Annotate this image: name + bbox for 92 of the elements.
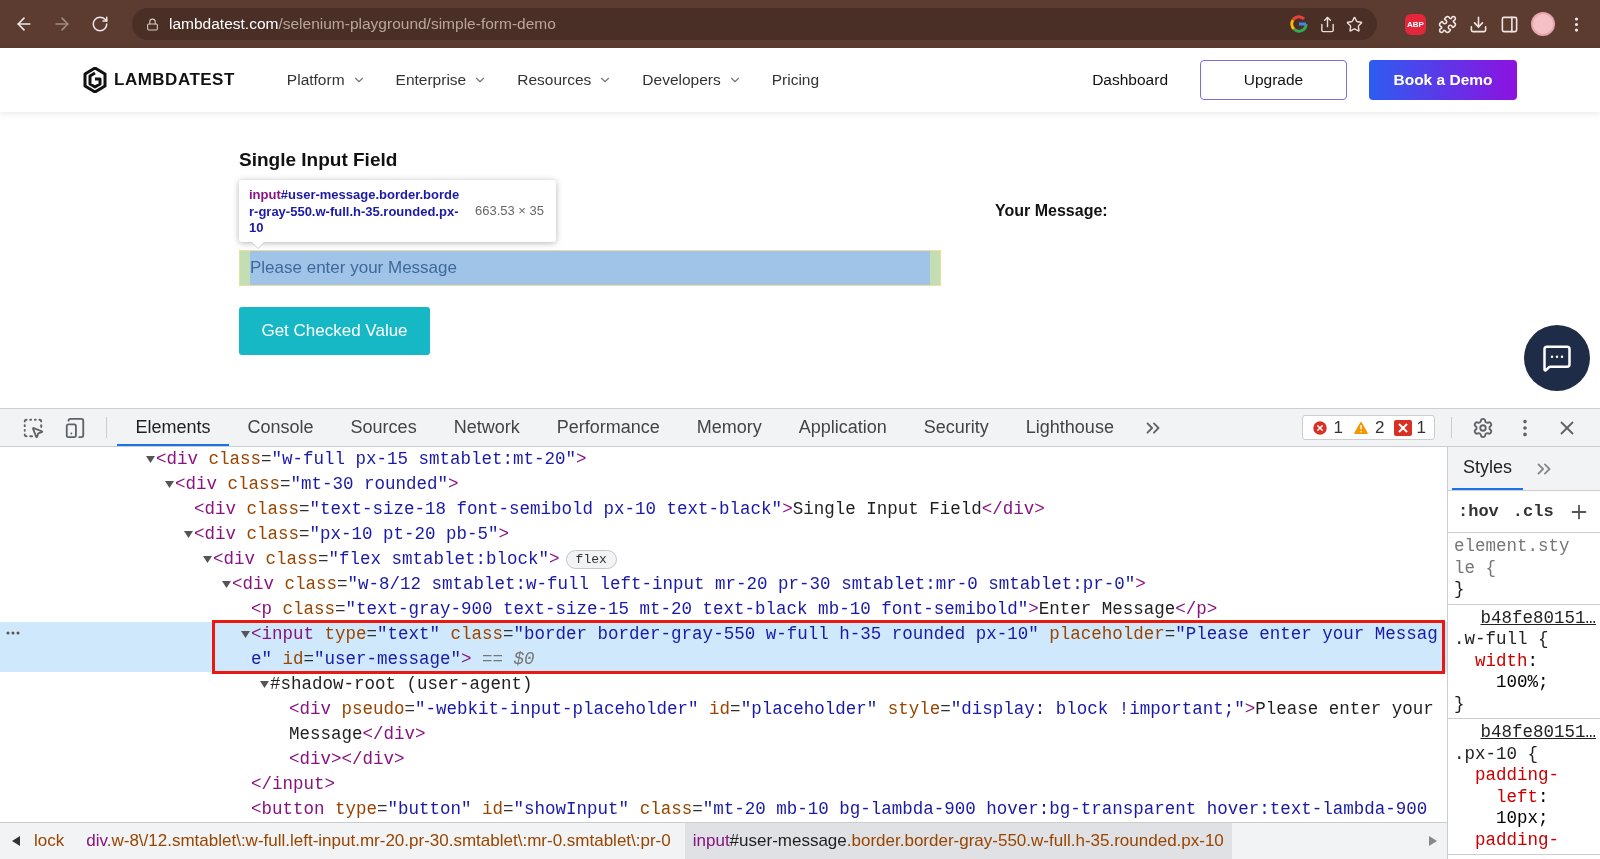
closing-brace: }	[1454, 579, 1466, 601]
layout-badge[interactable]: flex	[565, 550, 617, 569]
code-line: <button type="button" id="showInput" class="mt-20 mb-10 bg-lambda-900 hover:bg-transparent hover:text-lambda-900	[251, 798, 1428, 821]
filter-toggle[interactable]: .cls	[1512, 502, 1554, 521]
disclosure-triangle-icon[interactable]	[260, 680, 269, 689]
nav-menu-item[interactable]: Developers	[642, 71, 742, 89]
download-icon[interactable]	[1469, 14, 1488, 34]
tree-row[interactable]: <div class="mt-30 rounded">	[0, 472, 1447, 497]
avatar[interactable]	[1531, 12, 1555, 36]
breadcrumb[interactable]: lock	[26, 823, 73, 859]
breadcrumb[interactable]: input#user-message.border.border-gray-550.w-full.h-35.rounded.px-10	[684, 823, 1232, 859]
code-line: </input>	[251, 773, 335, 796]
css-declaration: padding-	[1474, 829, 1560, 851]
closing-brace: }	[1454, 693, 1466, 715]
tree-row[interactable]: <button type="button" id="showInput" class="mt-20 mb-10 bg-lambda-900 hover:bg-transparent hover:text-lambda-900	[0, 797, 1447, 822]
filter-toggle[interactable]: :hov	[1458, 502, 1499, 521]
source-link[interactable]: b48fe80151…	[1454, 722, 1596, 744]
section-title: Single Input Field	[239, 148, 399, 172]
more-icon[interactable]	[6, 631, 20, 635]
url-text: lambdatest.com/selenium-playground/simple-form-demo	[169, 15, 556, 33]
code-line: <input type="text" class="border border-gray-550 w-full h-35 rounded px-10" placeholder="Please enter your Message" id="user-message"> == $0	[251, 623, 1439, 671]
nav-link[interactable]: Dashboard	[1082, 60, 1178, 100]
side-panel-icon[interactable]	[1500, 14, 1519, 34]
code-line: <div class="px-10 pt-20 pb-5">	[194, 523, 510, 546]
disclosure-triangle-icon[interactable]	[165, 480, 174, 489]
tree-row[interactable]: <p class="text-gray-900 text-size-15 mt-20 text-black mb-10 font-semibold">Enter Message</p>	[0, 597, 1447, 622]
scroll-left-icon[interactable]	[12, 836, 20, 846]
source-link[interactable]: b48fe80151…	[1454, 607, 1596, 629]
code-line: <div pseudo="-webkit-input-placeholder" id="placeholder" style="display: block !important;">Please enter your Message</div>	[289, 698, 1435, 746]
element-size: 663.53 × 35	[475, 203, 545, 218]
css-selector: .px-10 {	[1454, 743, 1539, 765]
count-text: 1	[1333, 417, 1344, 438]
google-icon[interactable]	[1289, 14, 1309, 34]
error-icon	[1310, 418, 1329, 437]
issues-counter[interactable]: 1 2 1	[1301, 415, 1435, 440]
nav-menu-item[interactable]: Enterprise	[395, 71, 488, 89]
devtools-tab[interactable]: Network	[435, 409, 539, 446]
nav-button[interactable]: Upgrade	[1200, 60, 1347, 100]
devtools-tab[interactable]: Security	[905, 409, 1008, 446]
devtools-tab[interactable]: Performance	[538, 409, 679, 446]
tree-row[interactable]: <div class="w-full px-15 smtablet:mt-20">	[0, 447, 1447, 472]
scroll-right-icon[interactable]	[1429, 836, 1437, 846]
tree-row[interactable]: <input type="text" class="border border-gray-550 w-full h-35 rounded px-10" placeholder="Please enter your Message" id="user-message"> == $0	[0, 622, 1447, 672]
count-text: 2	[1375, 417, 1385, 438]
tree-row[interactable]: <div class="text-size-18 font-semibold px-10 text-black">Single Input Field</div>	[0, 497, 1447, 522]
logo-icon[interactable]	[83, 67, 107, 93]
result-label: Your Message:	[995, 202, 1108, 221]
tree-row[interactable]: <div class="flex smtablet:block"> flex	[0, 547, 1447, 572]
nav-menu-item[interactable]: Pricing	[771, 71, 820, 89]
devtools-tab[interactable]: Sources	[332, 409, 436, 446]
disclosure-triangle-icon[interactable]	[184, 530, 193, 539]
devtools-tab[interactable]: Console	[229, 409, 333, 446]
tree-row[interactable]: <div class="px-10 pt-20 pb-5">	[0, 522, 1447, 547]
disclosure-triangle-icon[interactable]	[222, 580, 231, 589]
breadcrumb[interactable]: div.w-8\/12.smtablet\:w-full.left-input.mr-20.pr-30.smtablet\:mr-0.smtablet\:pr-0	[78, 823, 679, 859]
star-icon[interactable]	[1346, 15, 1363, 33]
puzzle-icon[interactable]	[1438, 14, 1457, 34]
address-bar[interactable]: lambdatest.com/selenium-playground/simple-form-demo	[132, 8, 1377, 40]
share-icon[interactable]	[1319, 15, 1336, 33]
code-line: <p class="text-gray-900 text-size-15 mt-20 text-black mb-10 font-semibold">Enter Message</p>	[251, 598, 1218, 621]
css-selector: element.style {	[1454, 536, 1571, 579]
code-line: <div class="w-8/12 smtablet:w-full left-input mr-20 pr-30 smtablet:mr-0 smtablet:pr-0">	[232, 573, 1146, 596]
disclosure-triangle-icon[interactable]	[146, 455, 155, 464]
code-line: #shadow-root (user-agent)	[270, 673, 533, 696]
code-line: <div></div>	[289, 748, 405, 771]
tree-row[interactable]: <div pseudo="-webkit-input-placeholder" id="placeholder" style="display: block !important;">Please enter your Message</div>	[0, 697, 1447, 747]
css-declaration: width: 100%;	[1474, 650, 1550, 694]
css-selector: .w-full {	[1454, 629, 1550, 651]
disclosure-triangle-icon[interactable]	[203, 555, 212, 564]
logo-text[interactable]: LAMBDATEST	[114, 70, 235, 90]
css-declaration: padding-left: 10px;	[1474, 765, 1560, 830]
code-line: <div class="mt-30 rounded">	[175, 473, 459, 496]
count-text: 1	[1416, 417, 1426, 438]
message-input-field[interactable]: Please enter your Message	[239, 250, 941, 286]
nav-button[interactable]: Book a Demo	[1369, 60, 1517, 100]
code-line: <div class="w-full px-15 smtablet:mt-20">	[156, 448, 587, 471]
devtools-tab[interactable]: Application	[780, 409, 906, 446]
issue-icon	[1393, 419, 1412, 436]
devtools-tab[interactable]: Lighthouse	[1007, 409, 1133, 446]
element-selector: input#user-message.border.border-gray-550.w-full.h-35.rounded.px-10	[249, 187, 461, 237]
devtools-tab[interactable]: Memory	[678, 409, 781, 446]
code-line: <div class="flex smtablet:block">	[213, 548, 560, 571]
disclosure-triangle-icon[interactable]	[241, 630, 250, 639]
tree-row[interactable]: <div class="w-8/12 smtablet:w-full left-input mr-20 pr-30 smtablet:mr-0 smtablet:pr-0">	[0, 572, 1447, 597]
chat-icon	[1542, 343, 1572, 373]
tree-row[interactable]: #shadow-root (user-agent)	[0, 672, 1447, 697]
code-line: <div class="text-size-18 font-semibold px-10 text-black">Single Input Field</div>	[194, 498, 1045, 521]
nav-menu-item[interactable]: Resources	[517, 71, 613, 89]
extension-badge[interactable]: ABP	[1405, 13, 1426, 35]
lock-icon	[146, 17, 159, 31]
tree-row[interactable]: <div></div>	[0, 747, 1447, 772]
nav-menu-item[interactable]: Platform	[286, 71, 366, 89]
